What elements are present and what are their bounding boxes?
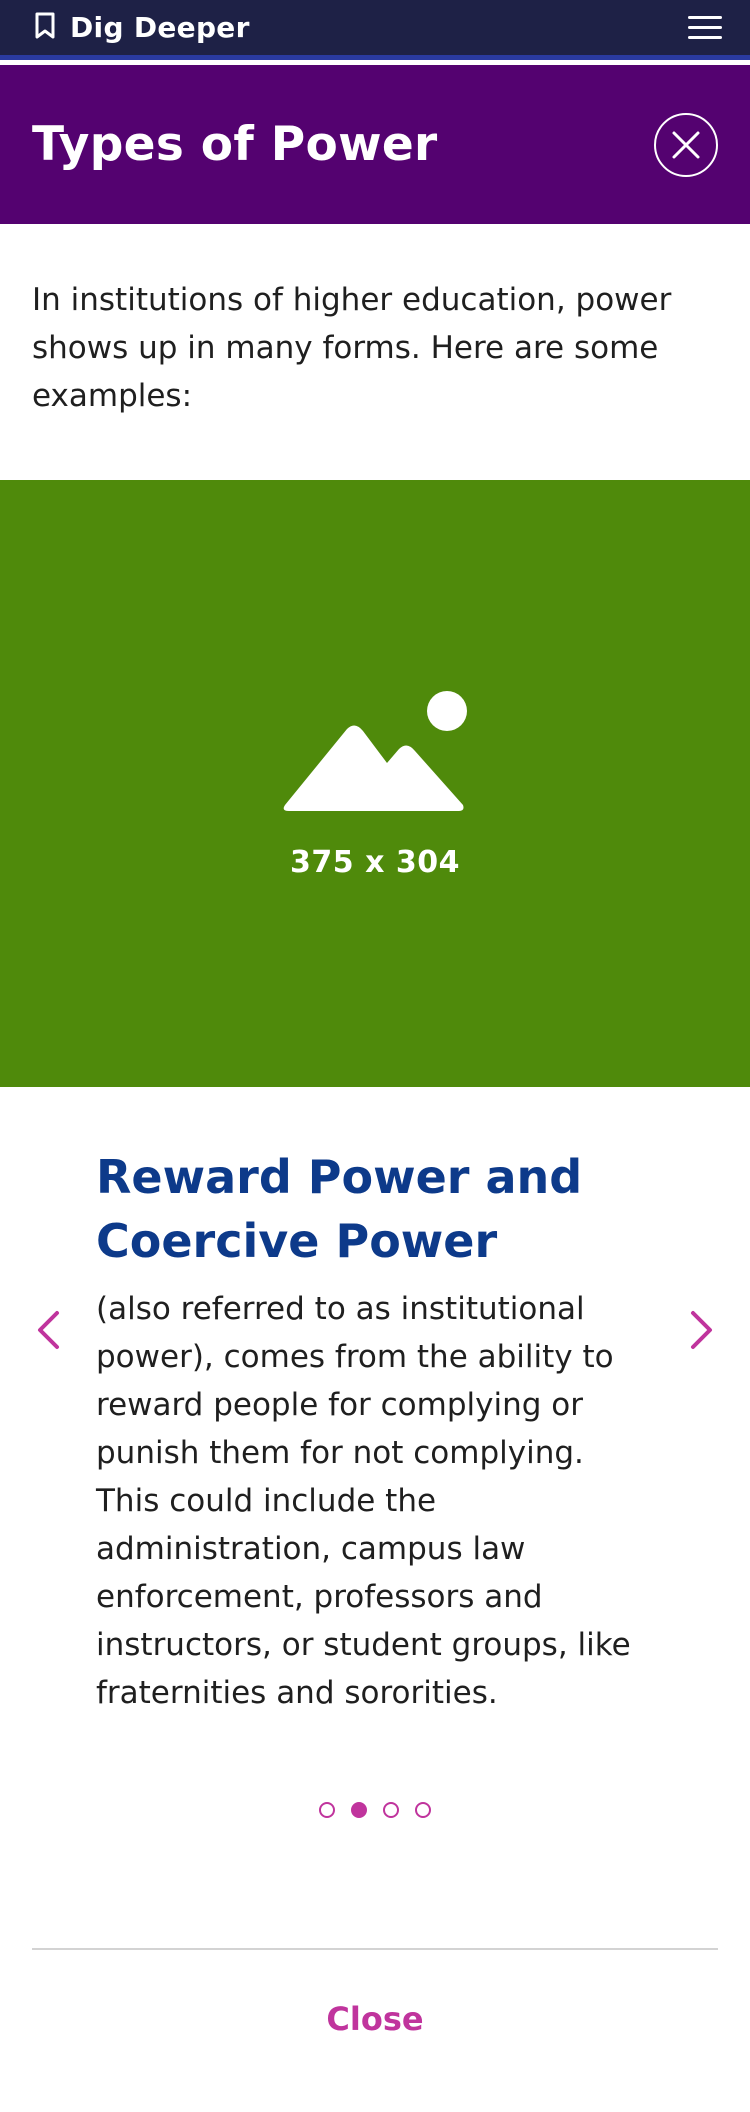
page-header: Types of Power — [0, 65, 750, 224]
page-title: Types of Power — [32, 117, 438, 172]
image-caption: 375 x 304 — [290, 845, 460, 880]
carousel-pagination — [0, 1802, 750, 1818]
close-icon[interactable] — [654, 112, 718, 177]
intro-text: In institutions of higher education, pow… — [32, 282, 672, 414]
close-button[interactable]: Close — [0, 2000, 750, 2038]
image-placeholder: 375 x 304 — [0, 480, 750, 1087]
carousel-dot-3[interactable] — [383, 1802, 399, 1818]
hamburger-menu-icon[interactable] — [688, 11, 722, 45]
dig-deeper-brand[interactable]: Dig Deeper — [34, 11, 250, 44]
image-placeholder-icon — [275, 687, 475, 821]
carousel-dot-1[interactable] — [319, 1802, 335, 1818]
chevron-left-icon[interactable] — [28, 1305, 68, 1355]
chevron-right-icon[interactable] — [682, 1305, 722, 1355]
slide-body: (also referred to as institutional power… — [96, 1291, 631, 1711]
brand-label: Dig Deeper — [70, 11, 250, 44]
bookmark-icon — [34, 12, 56, 44]
carousel-dot-4[interactable] — [415, 1802, 431, 1818]
top-bar: Dig Deeper — [0, 0, 750, 60]
carousel-slide: Reward Power and Coercive Power (also re… — [0, 1087, 750, 1867]
slide-title: Reward Power and Coercive Power — [96, 1150, 583, 1268]
footer-divider — [32, 1948, 718, 1950]
carousel-dot-2[interactable] — [351, 1802, 367, 1818]
